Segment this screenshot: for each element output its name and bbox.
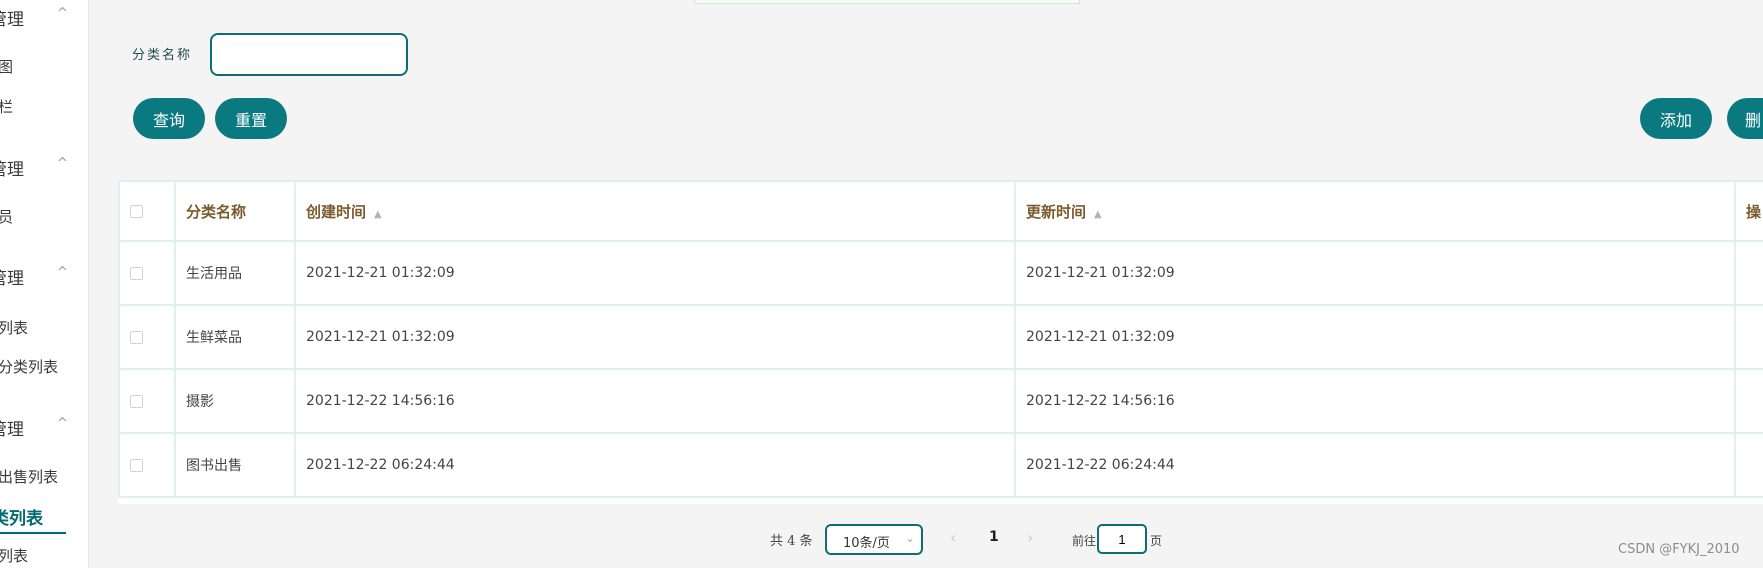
sidebar-group-4[interactable]: 管理 [0,415,24,440]
cell-created: 2021-12-21 01:32:09 [294,240,1016,306]
row-checkbox[interactable] [130,330,143,344]
sort-icon[interactable]: ▲︎ [374,209,382,220]
cell-created: 2021-12-21 01:32:09 [294,304,1016,370]
query-button[interactable]: 查询 [133,98,205,139]
sidebar-item-3[interactable]: 员 [0,206,13,227]
row-checkbox[interactable] [130,458,143,472]
table-row: 图书出售 2021-12-22 06:24:44 2021-12-22 06:2… [118,432,1763,498]
pagination-total: 共 4 条 [770,534,813,549]
chevron-left-icon[interactable]: ‹ [950,528,956,547]
cell-name: 生鲜菜品 [174,304,296,370]
table-row: 生鲜菜品 2021-12-21 01:32:09 2021-12-21 01:3… [118,304,1763,370]
table-row: 摄影 2021-12-22 14:56:16 2021-12-22 14:56:… [118,368,1763,434]
pagination: 共 4 条 10条/页 ⌄ ‹ 1 › 前往 页 [0,520,1763,560]
column-header-label: 更新时间 [1026,202,1087,221]
sidebar-group-3[interactable]: 管理 [0,264,24,289]
top-notification-strip [694,0,1080,4]
sidebar-item-5[interactable]: 分类列表 [0,356,58,377]
cell-updated: 2021-12-22 14:56:16 [1014,368,1736,434]
goto-label: 前往 [1072,534,1097,548]
reset-button[interactable]: 重置 [215,98,287,139]
column-header-label: 操 [1746,202,1762,221]
table-row: 生活用品 2021-12-21 01:32:09 2021-12-21 01:3… [118,240,1763,306]
cell-updated: 2021-12-21 01:32:09 [1014,304,1736,370]
goto-page-input[interactable] [1097,524,1147,554]
column-header-label: 分类名称 [186,202,247,221]
sort-icon[interactable]: ▲︎ [1094,209,1102,220]
sidebar-item-6[interactable]: 出售列表 [0,466,58,487]
column-header-updated[interactable]: 更新时间 ▲︎ [1014,180,1736,242]
sidebar: 管理 ^ 图 栏 管理 ^ 员 管理 ^ 列表 分类列表 管理 ^ 出售列表 类… [0,0,89,568]
chevron-up-icon: ^ [57,6,68,21]
sidebar-item-4[interactable]: 列表 [0,317,28,338]
select-all-cell [118,180,176,242]
row-select-cell [118,304,176,370]
sidebar-item-1[interactable]: 图 [0,56,13,77]
chevron-right-icon[interactable]: › [1027,528,1033,547]
row-checkbox[interactable] [130,266,143,280]
page-suffix-label: 页 [1150,534,1163,548]
dropdown-caret-icon: ⌄ [904,531,915,545]
search-label: 分类名称 [132,48,193,63]
page-size-value: 10条/页 [843,536,890,551]
chevron-up-icon: ^ [57,265,68,280]
row-checkbox[interactable] [130,394,143,408]
cell-name: 图书出售 [174,432,296,498]
sidebar-group-1[interactable]: 管理 [0,5,24,30]
cell-created: 2021-12-22 06:24:44 [294,432,1016,498]
column-header-label: 创建时间 [306,202,367,221]
cell-actions [1734,432,1763,498]
cell-actions [1734,368,1763,434]
search-input[interactable] [210,33,408,76]
current-page[interactable]: 1 [989,529,999,545]
row-select-cell [118,432,176,498]
sidebar-group-2[interactable]: 管理 [0,155,24,180]
cell-created: 2021-12-22 14:56:16 [294,368,1016,434]
page-size-select[interactable]: 10条/页 ⌄ [825,524,923,555]
column-header-name: 分类名称 [174,180,296,242]
chevron-up-icon: ^ [57,416,68,431]
row-select-cell [118,368,176,434]
watermark: CSDN @FYKJ_2010 [1618,542,1740,557]
cell-actions [1734,240,1763,306]
column-header-actions: 操 [1734,180,1763,242]
column-header-created[interactable]: 创建时间 ▲︎ [294,180,1016,242]
cell-actions [1734,304,1763,370]
table-header-row: 分类名称 创建时间 ▲︎ 更新时间 ▲︎ 操 [118,180,1763,242]
cell-name: 生活用品 [174,240,296,306]
cell-name: 摄影 [174,368,296,434]
delete-button[interactable]: 删 [1727,98,1763,139]
sidebar-item-2[interactable]: 栏 [0,96,13,117]
add-button[interactable]: 添加 [1640,98,1712,139]
cell-updated: 2021-12-21 01:32:09 [1014,240,1736,306]
chevron-up-icon: ^ [57,156,68,171]
data-table: 分类名称 创建时间 ▲︎ 更新时间 ▲︎ 操 生活用品 2021-12-21 01:… [118,180,1763,504]
select-all-checkbox[interactable] [130,205,143,218]
row-select-cell [118,240,176,306]
cell-updated: 2021-12-22 06:24:44 [1014,432,1736,498]
